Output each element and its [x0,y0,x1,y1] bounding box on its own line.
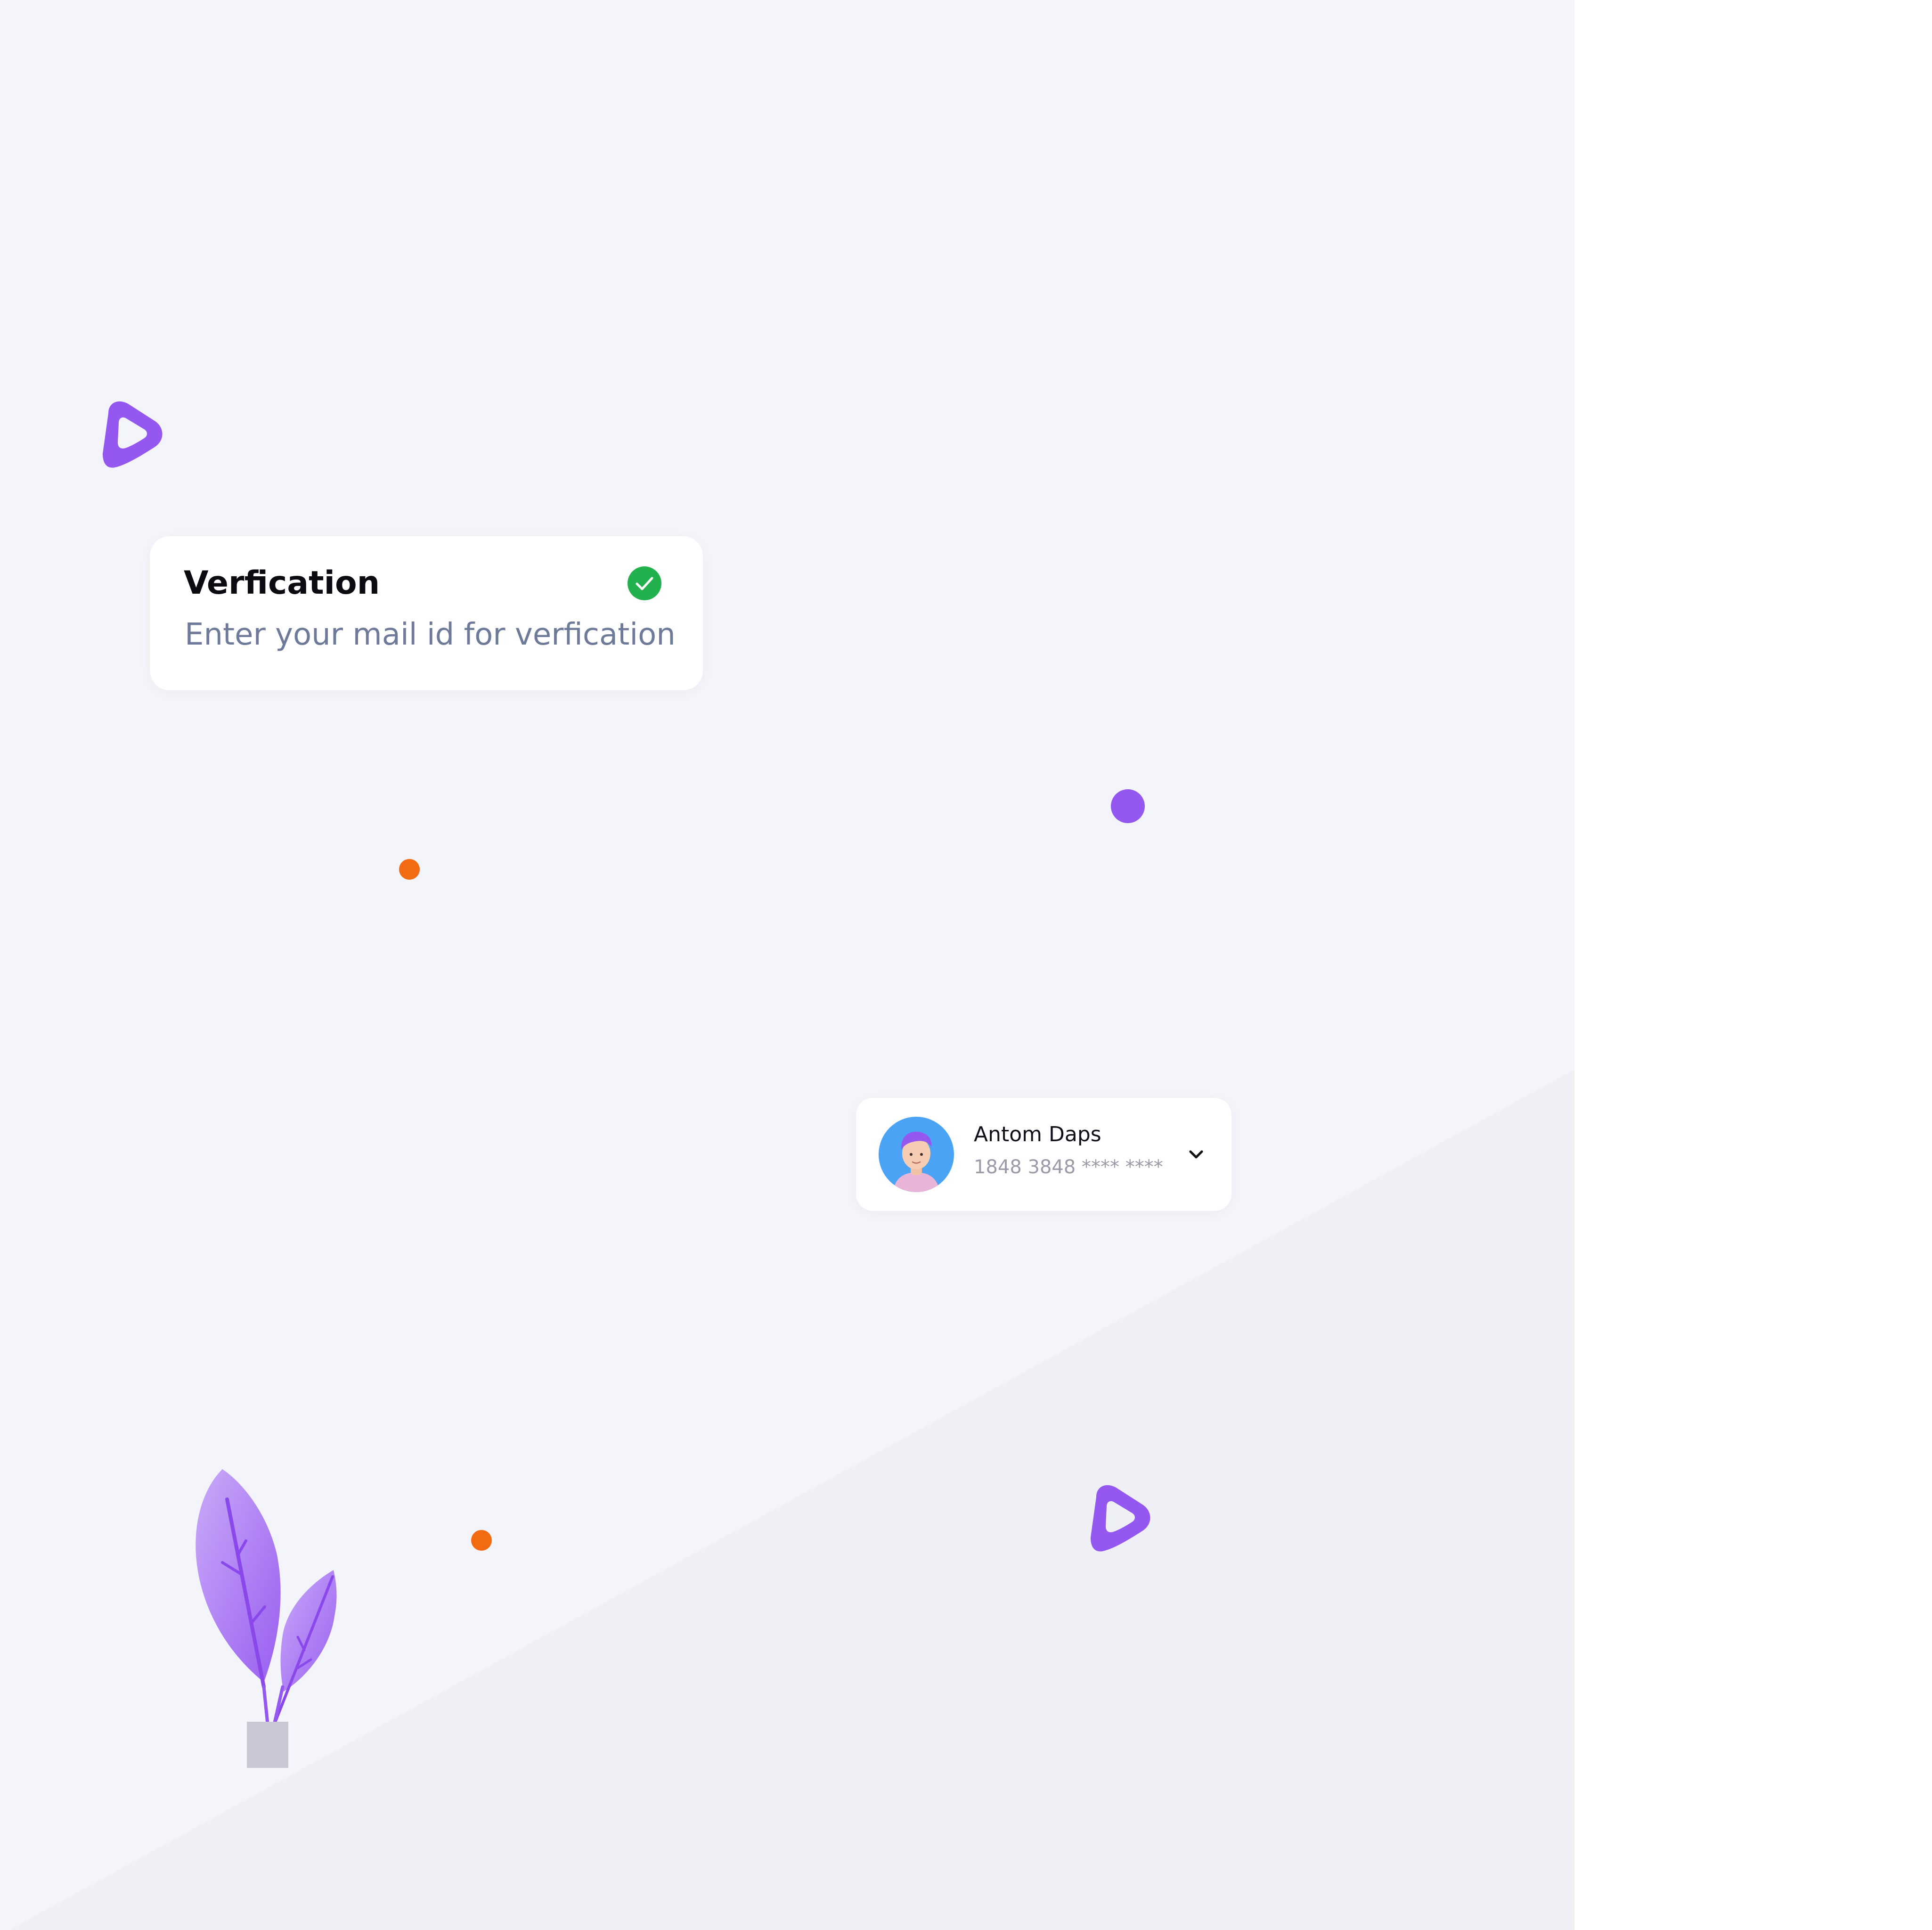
decorative-dot-purple [1111,789,1145,823]
verification-card[interactable]: Verfication Enter your mail id for verfi… [150,536,703,690]
check-circle-icon [628,566,661,600]
decorative-dot-orange [471,1530,492,1551]
potted-plant-icon [196,1469,337,1768]
account-selector-card[interactable]: Antom Daps 1848 3848 **** **** [856,1098,1231,1211]
rounded-triangle-icon [1091,1485,1150,1552]
account-card-number: 1848 3848 **** **** [974,1156,1163,1178]
verification-title: Verfication [184,564,380,602]
verification-subtitle: Enter your mail id for verfication [185,617,676,652]
user-avatar-icon [879,1117,954,1192]
page: Verfication Enter your mail id for verfi… [0,0,1932,1930]
account-name: Antom Daps [974,1122,1101,1146]
decorative-dot-orange [399,859,420,880]
chevron-down-icon[interactable] [1186,1144,1206,1165]
rounded-triangle-icon [103,401,163,468]
background-panel: Verfication Enter your mail id for verfi… [0,0,1574,1930]
